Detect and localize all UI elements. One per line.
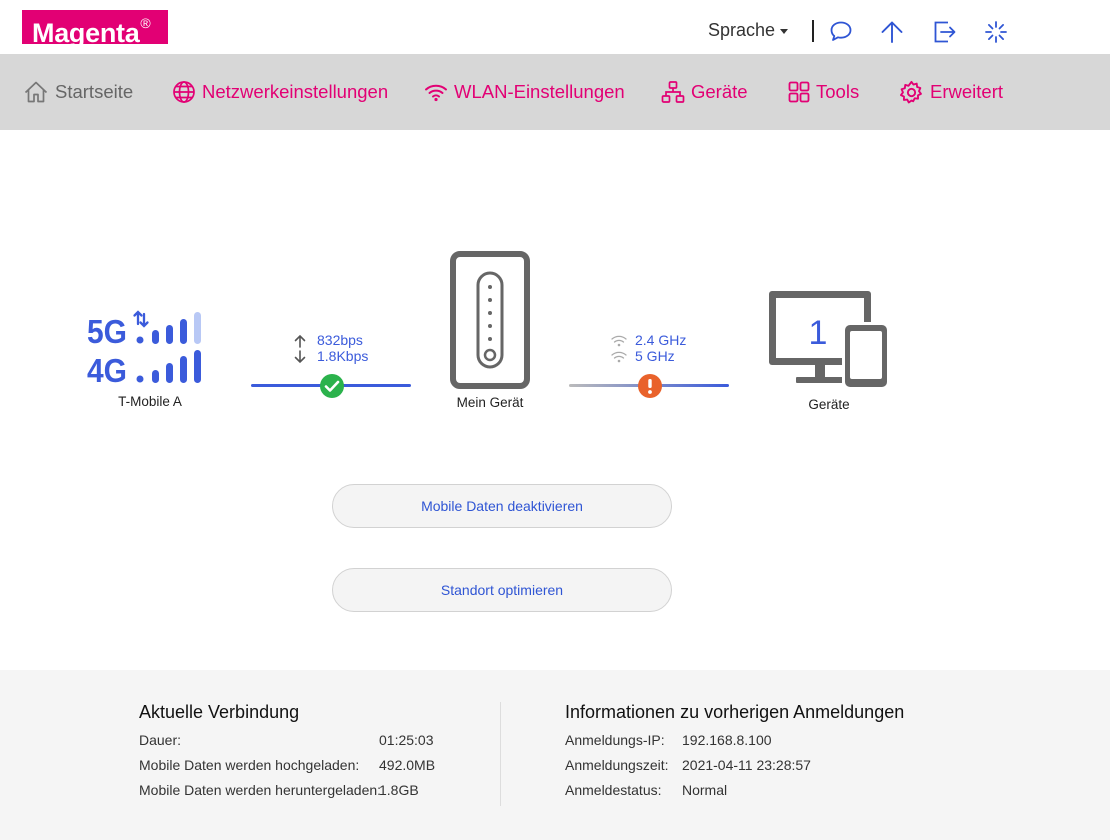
nav-item-startseite[interactable]: Startseite xyxy=(23,77,133,107)
globe-icon xyxy=(173,81,195,103)
language-selector[interactable]: Sprache xyxy=(708,20,789,41)
nav-label: Startseite xyxy=(55,81,134,102)
signal-strength-indicator: 5G 4G xyxy=(87,310,201,386)
nav-item-tools[interactable]: Tools xyxy=(788,77,859,107)
info-label: Mobile Daten werden heruntergeladen: xyxy=(139,782,382,798)
provider-label: T-Mobile A xyxy=(118,394,182,409)
info-label: Anmeldestatus: xyxy=(565,782,662,798)
optimize-location-button[interactable]: Standort optimieren xyxy=(332,568,672,612)
network-tree-icon xyxy=(661,81,685,103)
info-label: Anmeldungs-IP: xyxy=(565,732,665,748)
signal-dot xyxy=(136,375,144,383)
main-nav: Startseite Netzwerkeinstellungen WLAN-Ei… xyxy=(0,54,1110,130)
device-count: 1 xyxy=(808,314,828,352)
info-value: 2021-04-11 23:28:57 xyxy=(682,757,811,773)
nav-item-geraete[interactable]: Geräte xyxy=(661,77,748,107)
signal-bar xyxy=(194,312,201,344)
upload-speed-value: 832bps xyxy=(317,332,363,348)
devices-label: Geräte xyxy=(808,397,850,412)
info-label: Dauer: xyxy=(139,732,182,748)
nav-label: Netzwerkeinstellungen xyxy=(202,81,389,102)
current-connection-title: Aktuelle Verbindung xyxy=(139,702,300,722)
caret-down-icon xyxy=(780,28,789,34)
router-device-icon[interactable] xyxy=(450,251,530,389)
signal-bar xyxy=(166,363,173,383)
wifi-icon xyxy=(425,84,447,102)
gear-icon xyxy=(900,80,922,103)
loading-spinner-icon xyxy=(985,21,1007,43)
info-value: 492.0MB xyxy=(379,757,436,773)
top-bar: Magenta® Sprache xyxy=(0,0,1110,54)
signal-bar xyxy=(152,370,159,383)
upload-arrow-icon[interactable] xyxy=(879,19,905,45)
ok-check-icon xyxy=(320,374,344,398)
signal-bar xyxy=(194,350,201,383)
nav-label: Geräte xyxy=(691,81,748,102)
home-icon xyxy=(24,81,48,103)
nav-item-erweitert[interactable]: Erweitert xyxy=(899,77,1003,107)
signal-bar xyxy=(166,325,173,344)
wifi-band-5: 5 GHz xyxy=(635,348,675,364)
wifi-band-icon xyxy=(611,335,627,347)
signal-bar xyxy=(180,356,187,383)
nav-item-netzwerkeinstellungen[interactable]: Netzwerkeinstellungen xyxy=(172,77,388,107)
nav-label: WLAN-Einstellungen xyxy=(454,81,625,102)
download-speed-value: 1.8Kbps xyxy=(317,348,369,364)
info-label: Anmeldungszeit: xyxy=(565,757,669,773)
info-value: Normal xyxy=(682,782,728,798)
nav-item-wlan-einstellungen[interactable]: WLAN-Einstellungen xyxy=(424,77,625,107)
my-device-label: Mein Gerät xyxy=(456,395,524,410)
wifi-band-24: 2.4 GHz xyxy=(635,332,687,348)
upload-speed-icon xyxy=(294,334,306,364)
warning-icon[interactable] xyxy=(637,373,663,399)
info-label: Mobile Daten werden hochgeladen: xyxy=(139,757,360,773)
registered-mark: ® xyxy=(140,15,151,31)
nav-label: Erweitert xyxy=(930,81,1003,102)
header-divider xyxy=(812,20,814,42)
signal-dot xyxy=(136,336,144,344)
footer-divider xyxy=(500,702,501,806)
signal-bar xyxy=(152,330,159,344)
signal-5g-label: 5G xyxy=(87,313,127,350)
wifi-band-icon xyxy=(611,351,627,363)
chat-icon[interactable] xyxy=(828,19,854,45)
logout-icon[interactable] xyxy=(932,19,958,45)
signal-bar xyxy=(180,319,187,344)
previous-logins-title: Informationen zu vorherigen Anmeldungen xyxy=(565,702,905,722)
info-footer: Aktuelle Verbindung Dauer: 01:25:03 Mobi… xyxy=(0,670,1110,840)
info-value: 1.8GB xyxy=(379,782,419,798)
magenta-logo[interactable]: Magenta® xyxy=(22,10,168,48)
nav-label: Tools xyxy=(816,81,860,102)
grid-icon xyxy=(788,81,810,103)
deactivate-mobile-data-button[interactable]: Mobile Daten deaktivieren xyxy=(332,484,672,528)
info-value: 192.168.8.100 xyxy=(682,732,772,748)
signal-4g-label: 4G xyxy=(87,352,127,386)
language-label: Sprache xyxy=(708,20,776,40)
brand-name: Magenta xyxy=(32,18,140,48)
info-value: 01:25:03 xyxy=(379,732,434,748)
